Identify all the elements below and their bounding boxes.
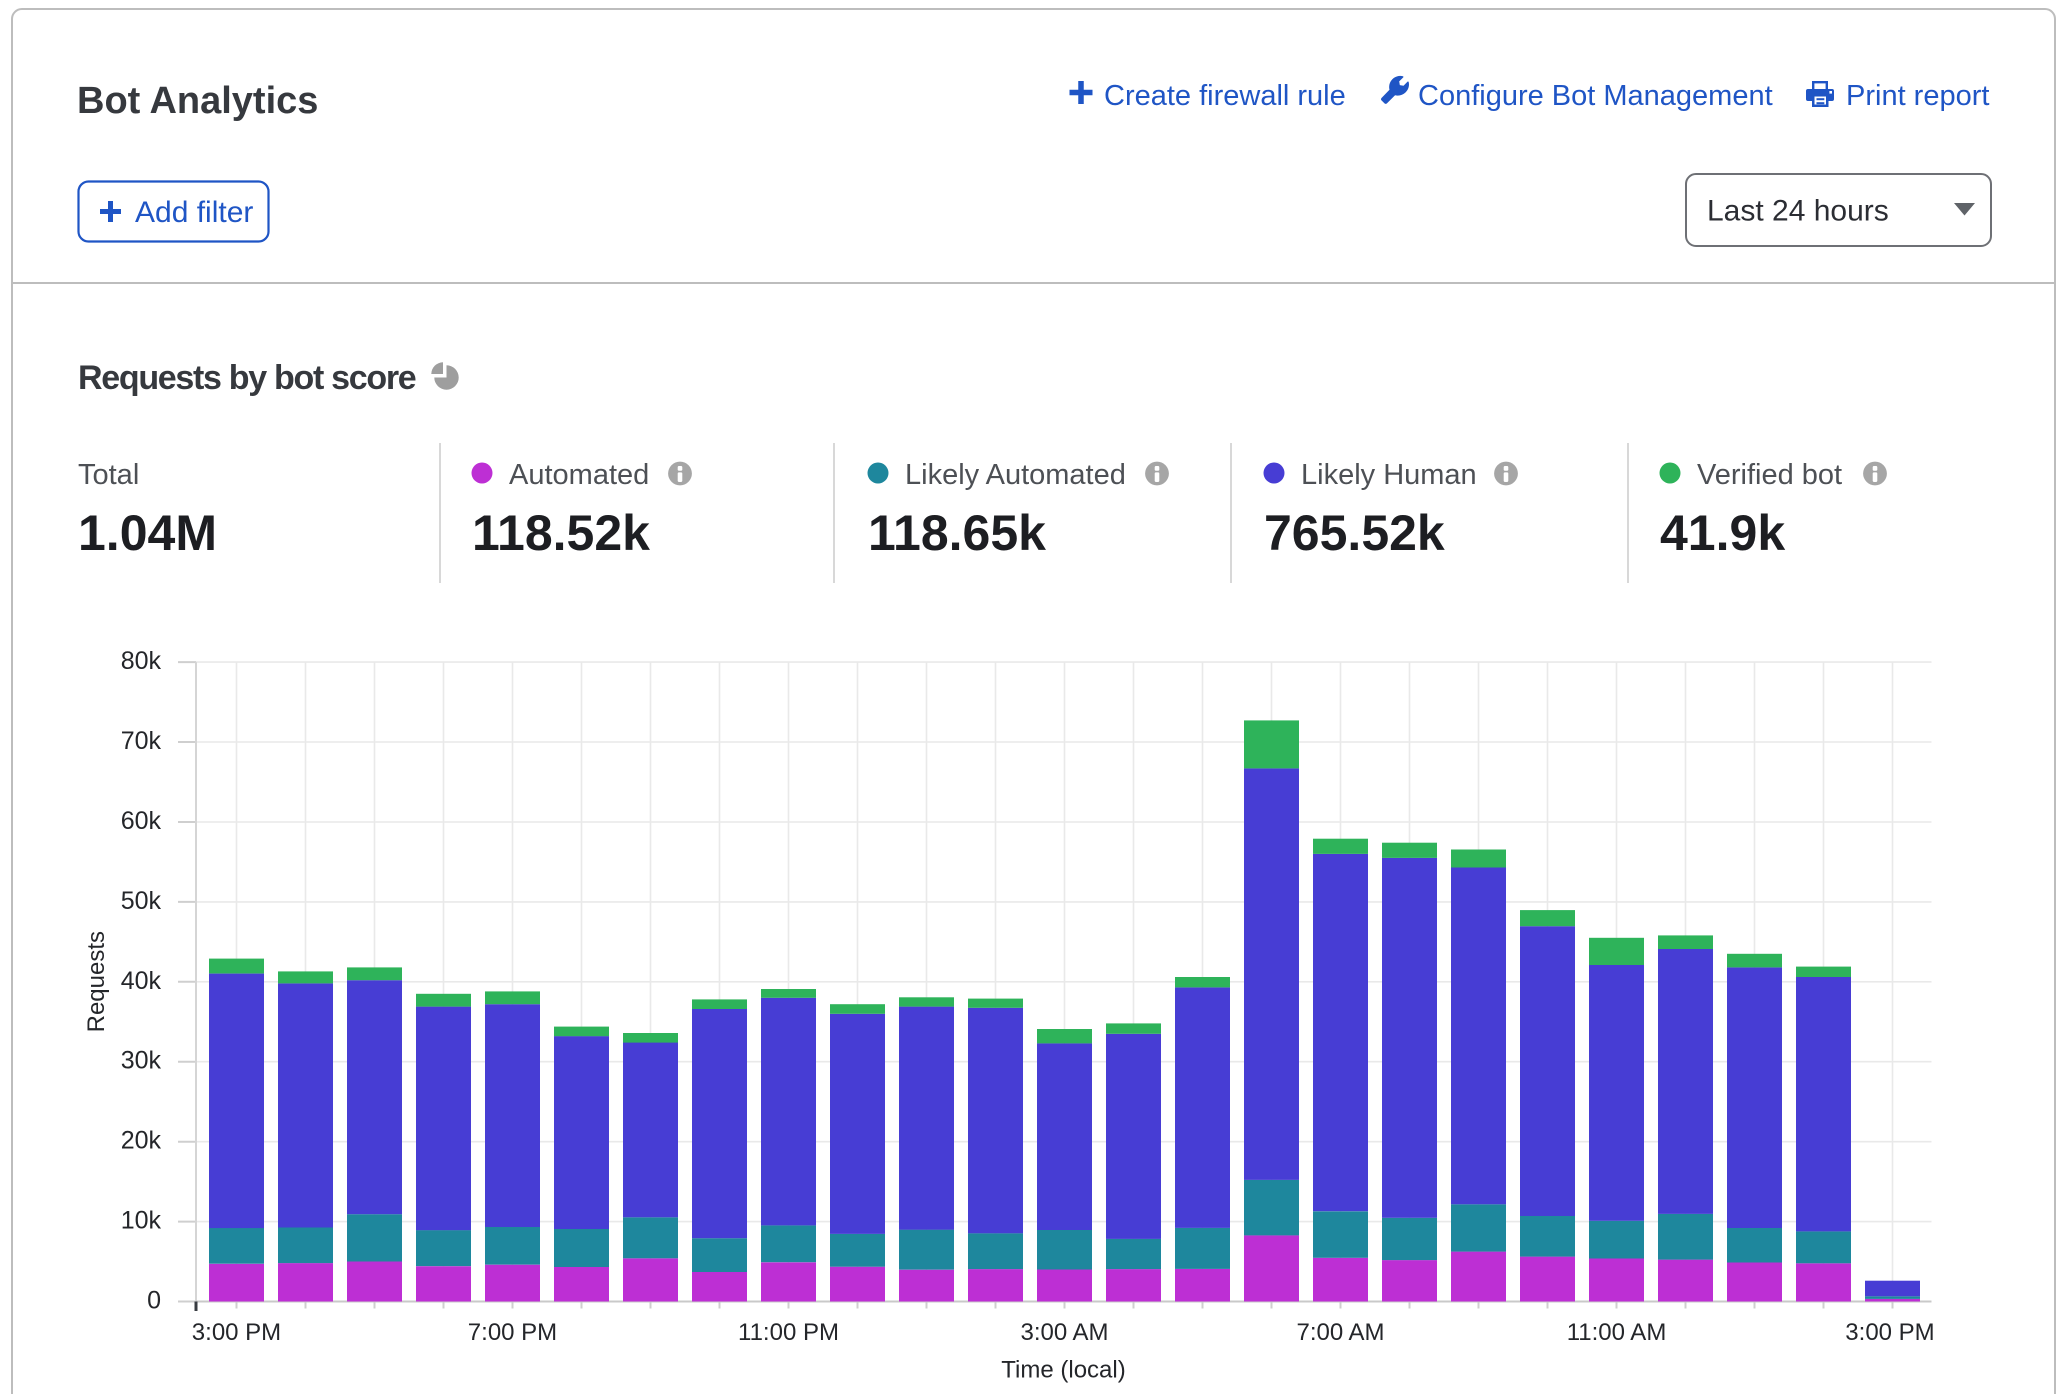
svg-text:60k: 60k: [121, 807, 162, 835]
svg-text:3:00 PM: 3:00 PM: [1845, 1319, 1934, 1346]
svg-text:765.52k: 765.52k: [1264, 505, 1445, 561]
svg-text:Last 24 hours: Last 24 hours: [1707, 195, 1889, 228]
svg-text:Likely Automated: Likely Automated: [905, 459, 1126, 491]
svg-text:3:00 PM: 3:00 PM: [192, 1319, 281, 1346]
svg-text:Bot Analytics: Bot Analytics: [77, 80, 318, 122]
svg-text:Create firewall rule: Create firewall rule: [1104, 80, 1346, 112]
svg-text:118.52k: 118.52k: [472, 505, 650, 561]
svg-text:1.04M: 1.04M: [78, 505, 217, 561]
svg-text:3:00 AM: 3:00 AM: [1020, 1319, 1108, 1346]
svg-text:70k: 70k: [121, 727, 162, 755]
svg-text:80k: 80k: [121, 647, 162, 675]
svg-text:20k: 20k: [121, 1127, 162, 1155]
svg-text:0: 0: [147, 1287, 161, 1315]
svg-text:11:00 PM: 11:00 PM: [738, 1319, 839, 1346]
svg-text:Likely Human: Likely Human: [1301, 459, 1477, 491]
svg-text:30k: 30k: [121, 1047, 162, 1075]
svg-text:Time (local): Time (local): [1001, 1356, 1125, 1383]
svg-text:Requests: Requests: [83, 931, 110, 1032]
svg-text:Requests by bot score: Requests by bot score: [78, 359, 416, 397]
svg-text:Add filter: Add filter: [135, 196, 253, 229]
svg-text:11:00 AM: 11:00 AM: [1567, 1319, 1667, 1346]
svg-text:40k: 40k: [121, 967, 162, 995]
svg-text:Configure Bot Management: Configure Bot Management: [1418, 80, 1773, 112]
svg-text:7:00 AM: 7:00 AM: [1296, 1319, 1384, 1346]
svg-text:Print report: Print report: [1846, 80, 1989, 112]
svg-text:41.9k: 41.9k: [1660, 505, 1785, 561]
svg-text:7:00 PM: 7:00 PM: [468, 1319, 557, 1346]
svg-text:Total: Total: [78, 459, 139, 491]
svg-text:10k: 10k: [121, 1207, 162, 1235]
svg-text:Verified bot: Verified bot: [1697, 459, 1842, 491]
svg-text:50k: 50k: [121, 887, 162, 915]
svg-text:Automated: Automated: [509, 459, 649, 491]
svg-text:118.65k: 118.65k: [868, 505, 1046, 561]
